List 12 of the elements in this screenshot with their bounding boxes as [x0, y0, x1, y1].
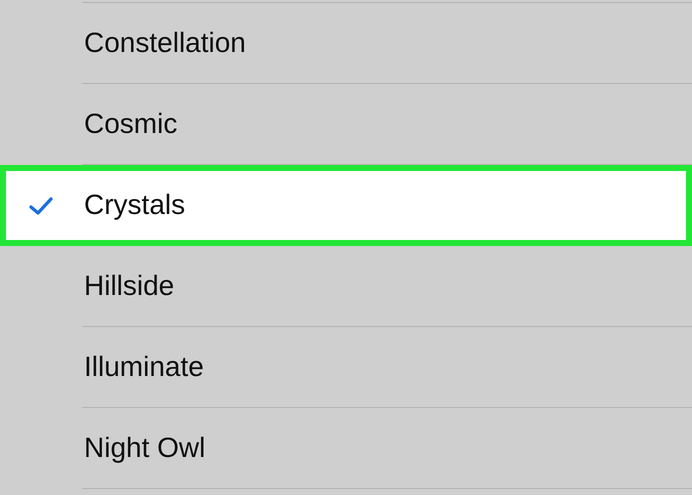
ringtone-name: Night Owl [84, 431, 206, 465]
ringtone-name: Hillside [84, 269, 174, 303]
ringtone-name: Cosmic [84, 107, 178, 141]
ringtone-name: Constellation [84, 26, 246, 60]
ringtone-row[interactable]: Constellation [0, 3, 692, 84]
ringtone-row[interactable]: Illuminate [0, 327, 692, 408]
ringtone-row[interactable]: Crystals [0, 165, 692, 246]
ringtone-row[interactable]: Night Owl [0, 408, 692, 489]
ringtone-name: Crystals [84, 188, 186, 222]
ringtone-row[interactable]: Hillside [0, 246, 692, 327]
checkmark-icon [29, 196, 53, 216]
ringtone-name: Illuminate [84, 350, 204, 384]
